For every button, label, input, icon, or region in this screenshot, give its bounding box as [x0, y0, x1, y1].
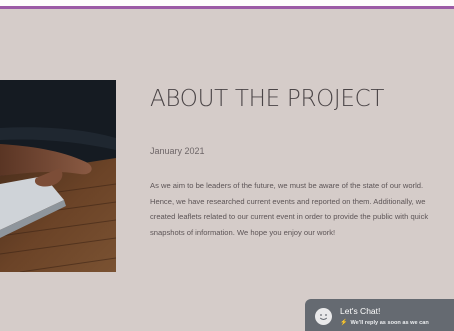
chat-subtitle-text: We'll reply as soon as we can [350, 320, 429, 326]
project-date: January 2021 [150, 146, 205, 156]
page-title: ABOUT THE PROJECT [150, 86, 385, 112]
project-photo [0, 80, 116, 272]
project-description: As we aim to be leaders of the future, w… [150, 181, 429, 237]
bolt-icon: ⚡ [340, 320, 348, 326]
top-accent-bar [0, 6, 454, 9]
chat-widget-button[interactable]: Let's Chat! ⚡ We'll reply as soon as we c… [305, 299, 454, 331]
chat-subtitle: ⚡ We'll reply as soon as we can [340, 319, 429, 326]
smiley-icon [315, 308, 332, 325]
chat-title: Let's Chat! [340, 306, 381, 316]
